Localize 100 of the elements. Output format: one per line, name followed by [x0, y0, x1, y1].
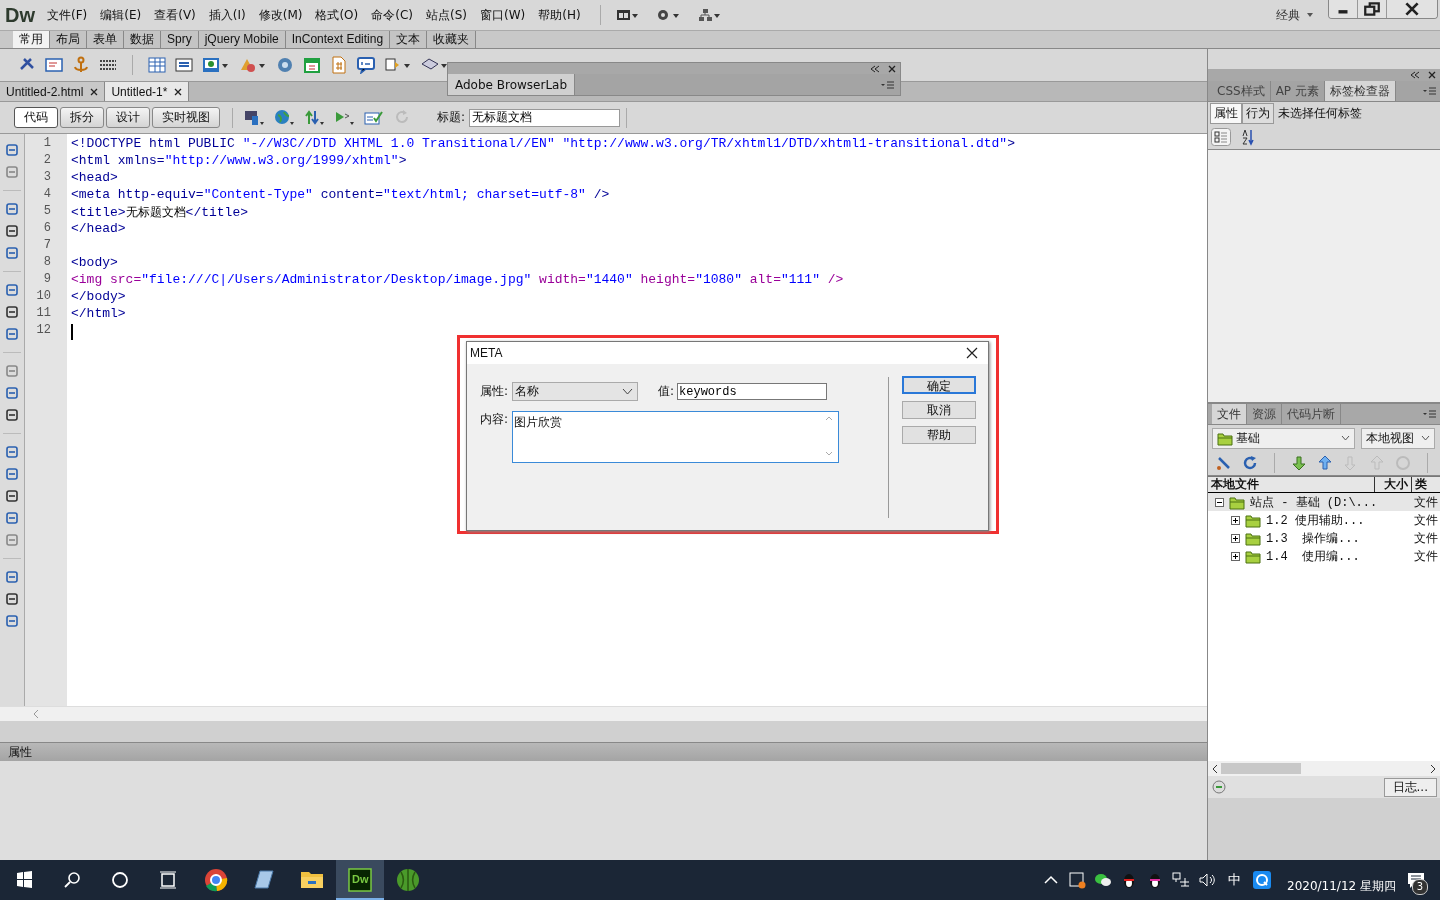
close-icon[interactable] [174, 87, 183, 96]
menu-item[interactable]: 命令(C) [371, 6, 413, 24]
horizontal-scrollbar[interactable] [1208, 761, 1440, 776]
close-icon[interactable] [888, 64, 896, 73]
scroll-right-icon[interactable] [1429, 763, 1437, 774]
panel-tab[interactable]: 资源 [1247, 404, 1282, 424]
menu-item[interactable]: 站点(S) [426, 6, 467, 24]
table-icon[interactable] [148, 56, 166, 74]
envelope-icon[interactable] [45, 56, 63, 74]
network-icon[interactable] [1171, 870, 1191, 890]
file-name[interactable]: 1.3 操作编... [1266, 529, 1360, 547]
insert-tab[interactable]: Spry [161, 31, 199, 48]
site-icon[interactable] [697, 8, 720, 22]
view-button[interactable]: 代码 [14, 107, 58, 128]
horizontal-scrollbar[interactable] [0, 706, 1207, 721]
taskbar-date[interactable]: 2020/11/12 星期四 [1287, 877, 1396, 895]
document-tab-label[interactable]: Untitled-2.html [6, 84, 84, 99]
line-number: 8 [42, 255, 52, 271]
minimize-icon[interactable] [1329, 0, 1358, 18]
check-in-icon[interactable] [1369, 455, 1385, 471]
document-tab[interactable]: Untitled-1* [105, 82, 190, 101]
close-icon[interactable] [966, 347, 978, 359]
document-tab[interactable]: Untitled-2.html [0, 82, 106, 101]
restore-icon[interactable] [1358, 0, 1387, 18]
remote-icon[interactable] [1067, 870, 1087, 890]
layout-icon[interactable] [615, 8, 638, 22]
menu-item[interactable]: 查看(V) [154, 6, 196, 24]
mode-button[interactable]: 属性 [1210, 102, 1242, 124]
close-icon[interactable] [90, 87, 99, 96]
sort-az-icon[interactable] [1241, 127, 1255, 146]
insert-tab[interactable]: 表单 [87, 31, 124, 48]
menu-item[interactable]: 帮助(H) [538, 6, 581, 24]
attribute-dropdown[interactable]: 名称 [512, 382, 638, 401]
menu-item[interactable]: 文件(F) [47, 6, 88, 24]
panel-tab[interactable]: 文件 [1212, 404, 1247, 424]
insert-tab[interactable]: 常用 [13, 31, 50, 48]
globe-icon[interactable] [274, 109, 294, 126]
file-name[interactable]: 1.4 使用编... [1266, 547, 1360, 565]
template-icon[interactable] [384, 56, 412, 74]
file-name[interactable]: 站点 - 基础 (D:\... [1250, 493, 1378, 511]
refresh-icon[interactable] [1242, 455, 1258, 471]
panel-tab[interactable]: CSS样式 [1212, 81, 1271, 101]
scrollbar-arrows-icon[interactable] [824, 414, 834, 458]
insert-tab[interactable]: 文本 [390, 31, 428, 48]
log-button[interactable]: 日志... [1383, 777, 1437, 797]
insert-tab[interactable]: InContext Editing [285, 31, 391, 48]
title-field[interactable]: 无标题文档 [469, 108, 621, 127]
menu-item[interactable]: 窗口(W) [479, 6, 526, 24]
panel-tab[interactable]: AP 元素 [1270, 81, 1325, 101]
column-header[interactable]: 类 [1412, 477, 1440, 492]
insert-tab[interactable]: 数据 [124, 31, 161, 48]
scroll-thumb[interactable] [1221, 763, 1301, 774]
column-header[interactable]: 本地文件 [1208, 477, 1375, 492]
dreamweaver-app-taskbar-button[interactable]: Dw [336, 860, 384, 900]
panel-tab[interactable]: 代码片断 [1282, 404, 1341, 424]
view-button[interactable]: 拆分 [60, 107, 104, 128]
view-dropdown[interactable]: 本地视图 [1361, 427, 1435, 449]
insert-tab[interactable]: 布局 [50, 31, 87, 48]
collapse-arrows-icon[interactable] [1410, 71, 1420, 79]
insert-tab[interactable]: jQuery Mobile [198, 31, 286, 48]
document-tab-label[interactable]: Untitled-1* [111, 84, 168, 99]
site-dropdown[interactable]: 基础 [1212, 427, 1355, 449]
close-icon[interactable] [1387, 0, 1437, 18]
q-app-icon[interactable] [1252, 870, 1272, 890]
content-field[interactable]: 图片欣赏 [512, 411, 839, 463]
play-arrow-icon[interactable] [334, 109, 354, 126]
value-field[interactable]: keywords [677, 383, 828, 400]
arrow-down-icon[interactable] [1291, 455, 1307, 471]
close-icon[interactable] [1428, 71, 1436, 79]
file-name[interactable]: 1.2 使用辅助... [1266, 511, 1365, 529]
view-button[interactable]: 实时视图 [152, 107, 220, 128]
calendar-icon[interactable] [303, 56, 321, 74]
frame-icon[interactable] [175, 56, 193, 74]
panel-tab[interactable]: 标签检查器 [1324, 81, 1396, 101]
category-view-icon[interactable] [1211, 127, 1231, 146]
input-method-indicator[interactable]: 中 [1228, 871, 1241, 889]
folder-icon [1229, 494, 1245, 510]
collapse-arrows-icon[interactable] [870, 64, 880, 73]
mode-button[interactable]: 行为 [1242, 102, 1274, 124]
panel-tab[interactable]: Adobe BrowserLab [448, 74, 576, 95]
menu-item[interactable]: 插入(I) [208, 6, 246, 24]
dialog-button[interactable]: 取消 [902, 401, 976, 419]
connect-icon[interactable] [1216, 455, 1232, 471]
menu-item[interactable]: 编辑(E) [100, 6, 142, 24]
workspace-switcher[interactable]: 经典 [1276, 6, 1300, 24]
insert-tab[interactable]: 收藏夹 [427, 31, 477, 48]
dialog-button[interactable]: 确定 [902, 376, 976, 394]
anchor-icon[interactable] [72, 56, 90, 74]
arrow-up-icon[interactable] [1317, 455, 1333, 471]
checklist-icon[interactable] [364, 109, 384, 126]
scroll-left-icon[interactable] [1211, 763, 1219, 774]
multiscreen-icon[interactable] [244, 109, 264, 126]
up-down-arrows-icon[interactable] [304, 109, 324, 126]
dialog-button[interactable]: 帮助 [902, 426, 976, 444]
image-icon[interactable] [202, 56, 230, 74]
menu-item[interactable]: 格式(O) [315, 6, 359, 24]
column-header[interactable]: 大小 [1375, 477, 1412, 492]
document-hash-icon[interactable] [330, 56, 348, 74]
view-button[interactable]: 设计 [106, 107, 150, 128]
menu-item[interactable]: 修改(M) [258, 6, 303, 24]
